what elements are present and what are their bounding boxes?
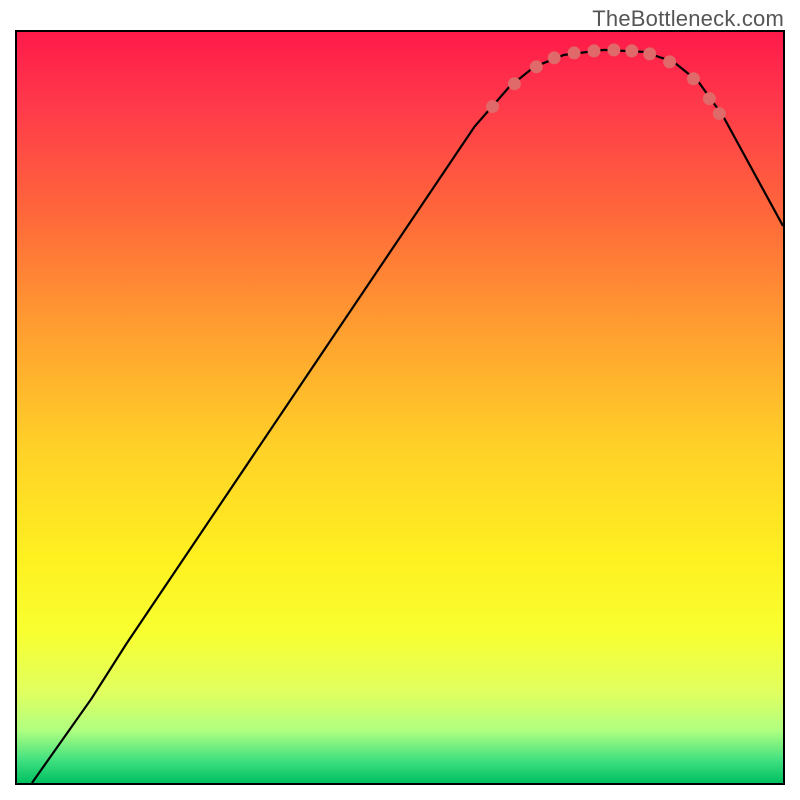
marker-dot: [607, 43, 620, 56]
watermark-text: TheBottleneck.com: [592, 6, 784, 32]
marker-dot: [687, 72, 700, 85]
marker-dot: [486, 100, 499, 113]
marker-dot: [588, 44, 601, 57]
marker-dot: [625, 44, 638, 57]
marker-dot: [530, 60, 543, 73]
plot-area: [15, 30, 785, 785]
marker-dot: [548, 51, 561, 64]
marker-dot: [703, 92, 716, 105]
chart-svg: [17, 32, 783, 783]
marker-dot: [508, 77, 521, 90]
marker-dot: [643, 47, 656, 60]
chart-container: TheBottleneck.com: [0, 0, 800, 800]
marker-dot: [568, 46, 581, 59]
highlight-markers: [486, 43, 726, 120]
bottleneck-curve: [32, 50, 783, 783]
marker-dot: [713, 107, 726, 120]
marker-dot: [663, 55, 676, 68]
